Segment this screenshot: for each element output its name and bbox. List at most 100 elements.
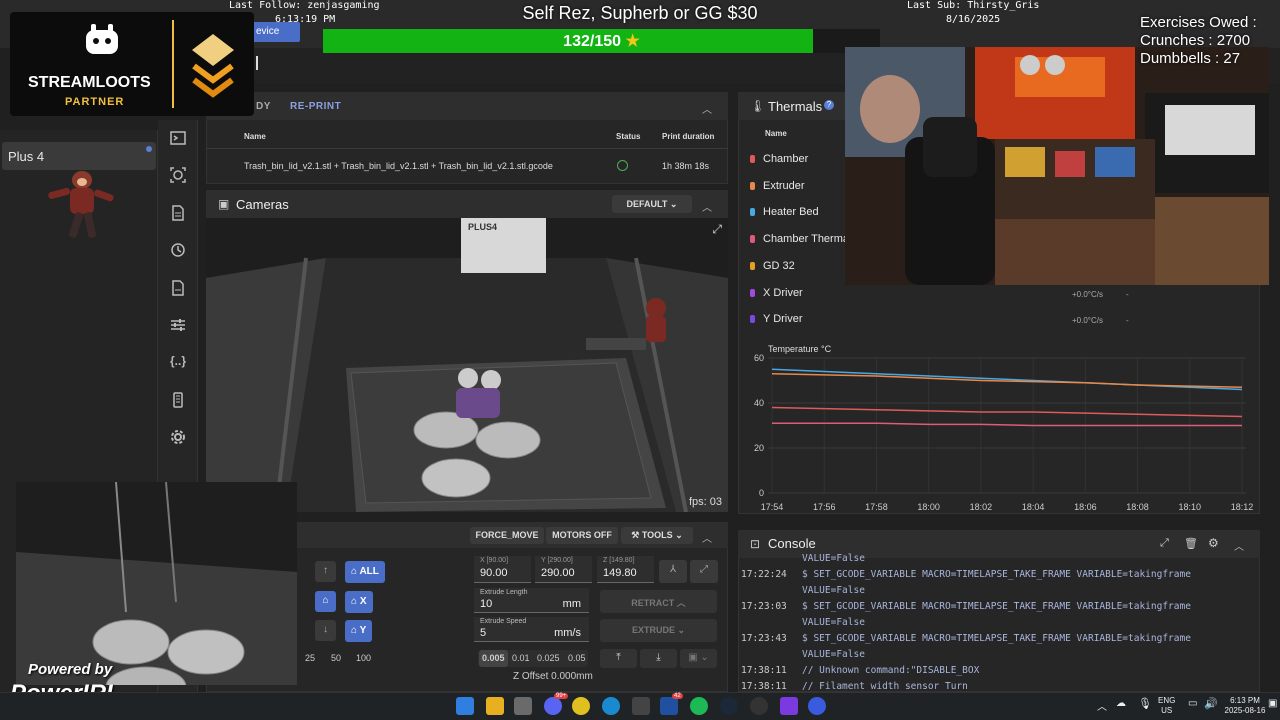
- console-clear-icon[interactable]: 🗑: [1184, 537, 1198, 550]
- x-tick-label: 18:06: [1074, 502, 1097, 512]
- step-25[interactable]: 25: [305, 653, 315, 663]
- microphone-icon[interactable]: 🎙: [1138, 697, 1152, 710]
- cameras-collapse-icon[interactable]: ︿: [702, 199, 712, 214]
- sensor-name: X Driver: [763, 286, 803, 299]
- sensor-row[interactable]: GD 32: [750, 260, 795, 272]
- step-50[interactable]: 50: [331, 653, 341, 663]
- app-icon[interactable]: [632, 697, 650, 715]
- extrude-length-field[interactable]: Extrude Length 10 mm: [474, 588, 589, 613]
- notification-icon[interactable]: ▣: [1268, 698, 1277, 709]
- sensor-row[interactable]: X Driver: [750, 287, 803, 299]
- file-explorer-icon[interactable]: [486, 697, 504, 715]
- home-x-button[interactable]: ⌂ X: [345, 591, 373, 613]
- jog-y-up-button[interactable]: ↑: [315, 561, 336, 582]
- chrome-icon[interactable]: [572, 697, 590, 715]
- document-icon[interactable]: [170, 280, 186, 296]
- sensor-name: Extruder: [763, 179, 805, 192]
- position-y[interactable]: Y [290.00] 290.00: [535, 556, 592, 583]
- discord-icon[interactable]: [544, 697, 562, 715]
- home-xy-button[interactable]: ⌂: [315, 591, 336, 612]
- position-x[interactable]: X [90.00] 90.00: [474, 556, 531, 583]
- sensor-row[interactable]: Heater Bed: [750, 206, 819, 218]
- settings-gear-icon[interactable]: [170, 429, 186, 445]
- col-status: Status: [616, 132, 641, 141]
- home-all-button[interactable]: ⌂ ALL: [345, 561, 385, 583]
- retract-button[interactable]: RETRACT ︿: [600, 590, 717, 613]
- z-up-button[interactable]: ⤒: [600, 649, 637, 668]
- z-mult-0025[interactable]: 0.025: [534, 650, 563, 667]
- steam-icon[interactable]: [720, 697, 738, 715]
- position-x-label: X [90.00]: [480, 557, 509, 564]
- collapse-caret-icon[interactable]: ︿: [702, 101, 712, 116]
- history-icon[interactable]: [170, 242, 186, 258]
- macros-icon[interactable]: {..}: [170, 354, 186, 370]
- star-icon: ★: [625, 33, 640, 50]
- console-expand-icon[interactable]: ⤢: [1160, 537, 1169, 550]
- y-tick-label: 40: [754, 398, 764, 408]
- tune-icon[interactable]: [170, 317, 186, 333]
- position-z[interactable]: Z [149.80] 149.80: [597, 556, 654, 583]
- z-down-button[interactable]: ⤓: [640, 649, 677, 668]
- follow-time: 6:13:19 PM: [275, 14, 336, 25]
- last-sub: Last Sub: Thirsty_Gris: [907, 0, 1040, 11]
- z-mult-001[interactable]: 0.01: [509, 650, 533, 667]
- device-name: Plus 4: [8, 149, 45, 164]
- file-icon[interactable]: [170, 205, 186, 221]
- z-save-button[interactable]: ▣ ⌄: [680, 649, 717, 668]
- fullscreen-icon[interactable]: ⤢: [712, 222, 722, 237]
- jog-y-down-button[interactable]: ↓: [315, 620, 336, 641]
- z-mult-005[interactable]: 0.05: [565, 650, 589, 667]
- printer-brand-text: PLUS4: [468, 222, 497, 232]
- expand-icon[interactable]: ⤢: [690, 560, 718, 583]
- character-sticker-image: [48, 171, 114, 238]
- device-item-plus4[interactable]: Plus 4: [2, 142, 156, 170]
- motion-mode-icon[interactable]: ⅄: [659, 560, 687, 583]
- console-line: // Unknown command:"DISABLE_BOX: [802, 665, 980, 676]
- sensor-row[interactable]: Chamber Therma: [750, 233, 849, 245]
- device-tab[interactable]: evice: [250, 22, 300, 42]
- sensor-row[interactable]: Extruder: [750, 180, 805, 192]
- language-indicator[interactable]: ENG US: [1158, 696, 1175, 716]
- console-line: VALUE=False: [802, 649, 865, 660]
- mail-icon[interactable]: [660, 697, 678, 715]
- cloud-icon[interactable]: ☁: [1116, 698, 1126, 709]
- tab-history[interactable]: DY: [256, 101, 271, 112]
- extrude-button[interactable]: EXTRUDE ⌄: [600, 619, 717, 642]
- device-icon[interactable]: [170, 392, 186, 408]
- volume-icon[interactable]: 🔊: [1204, 697, 1218, 710]
- edge-icon[interactable]: [602, 697, 620, 715]
- step-100[interactable]: 100: [356, 653, 371, 663]
- goal-title: Self Rez, Supherb or GG $30: [522, 3, 758, 23]
- force-move-button[interactable]: FORCE_MOVE: [470, 527, 544, 544]
- camera-select-button[interactable]: DEFAULT ⌄: [612, 195, 692, 213]
- x-tick-label: 18:00: [917, 502, 940, 512]
- obs-icon[interactable]: [750, 697, 768, 715]
- twitch-icon[interactable]: [780, 697, 798, 715]
- help-icon[interactable]: ?: [824, 100, 834, 110]
- motors-off-button[interactable]: MOTORS OFF: [546, 527, 618, 544]
- extrude-speed-field[interactable]: Extrude Speed 5 mm/s: [474, 617, 589, 642]
- start-icon[interactable]: [456, 697, 474, 715]
- clock[interactable]: 6:13 PM 2025-08-16: [1223, 696, 1267, 716]
- tools-menu-button[interactable]: ⚒ TOOLS ⌄: [621, 527, 693, 544]
- console-collapse-icon[interactable]: ︿: [1234, 538, 1244, 553]
- home-all-label: ALL: [359, 566, 379, 577]
- sensor-row[interactable]: Y Driver: [750, 313, 803, 325]
- toolhead-collapse-icon[interactable]: ︿: [702, 530, 712, 545]
- browser-icon[interactable]: [808, 697, 826, 715]
- sensor-row[interactable]: Chamber: [750, 153, 808, 165]
- network-icon[interactable]: ▭: [1188, 698, 1197, 709]
- spotify-icon[interactable]: [690, 697, 708, 715]
- console-line: $ SET_GCODE_VARIABLE MACRO=TIMELAPSE_TAK…: [802, 633, 1191, 644]
- tray-chevron-icon[interactable]: ︿: [1097, 698, 1107, 713]
- tab-reprint[interactable]: RE-PRINT: [290, 101, 341, 112]
- z-mult-0005[interactable]: 0.005: [479, 650, 508, 667]
- chart-ylabel: Temperature °C: [768, 344, 832, 354]
- webcam-icon[interactable]: [170, 167, 186, 183]
- console-settings-icon[interactable]: ⚙: [1208, 536, 1219, 550]
- store-icon[interactable]: [514, 697, 532, 715]
- job-file-name[interactable]: Trash_bin_lid_v2.1.stl + Trash_bin_lid_v…: [244, 161, 553, 171]
- home-y-label: Y: [359, 625, 367, 636]
- console-icon[interactable]: [170, 130, 186, 146]
- home-y-button[interactable]: ⌂ Y: [345, 620, 373, 642]
